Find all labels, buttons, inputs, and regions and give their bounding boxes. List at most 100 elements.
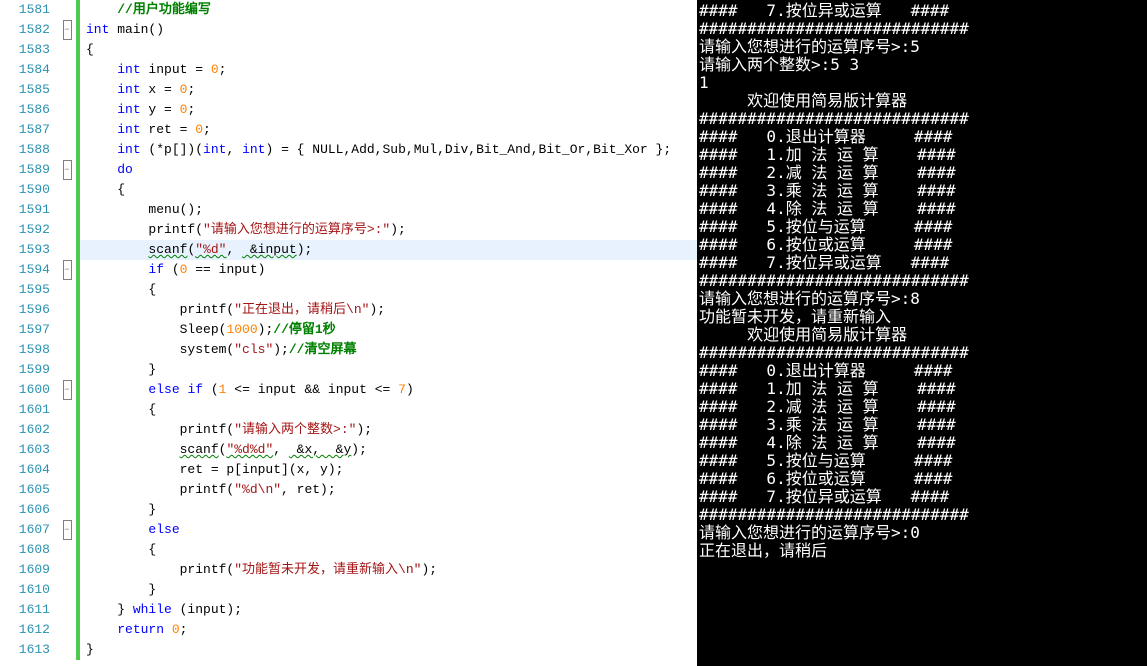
- code-token: system(: [86, 342, 234, 357]
- code-line[interactable]: {: [80, 40, 697, 60]
- fold-toggle-icon[interactable]: −: [63, 160, 72, 180]
- fold-cell: [58, 240, 76, 260]
- code-line[interactable]: {: [80, 400, 697, 420]
- fold-cell: −: [58, 160, 76, 180]
- fold-toggle-icon[interactable]: −: [63, 380, 72, 400]
- fold-cell: [58, 100, 76, 120]
- code-token: (*p[])(: [141, 142, 203, 157]
- code-token: 0: [172, 622, 180, 637]
- fold-toggle-icon[interactable]: −: [63, 260, 72, 280]
- code-token: ;: [203, 122, 211, 137]
- code-token: (input);: [172, 602, 242, 617]
- code-token: else: [148, 522, 179, 537]
- fold-toggle-icon[interactable]: −: [63, 520, 72, 540]
- code-token: ret =: [141, 122, 196, 137]
- code-token: [86, 122, 117, 137]
- code-line[interactable]: menu();: [80, 200, 697, 220]
- code-line[interactable]: }: [80, 360, 697, 380]
- code-line[interactable]: {: [80, 280, 697, 300]
- code-line[interactable]: int main(): [80, 20, 697, 40]
- code-line[interactable]: }: [80, 640, 697, 660]
- fold-cell: −: [58, 380, 76, 400]
- fold-cell: [58, 360, 76, 380]
- code-line[interactable]: ret = p[input](x, y);: [80, 460, 697, 480]
- fold-column[interactable]: − − − − −: [58, 0, 76, 666]
- code-token: [86, 142, 117, 157]
- code-token: }: [86, 502, 156, 517]
- code-token: [86, 2, 117, 17]
- code-line[interactable]: {: [80, 540, 697, 560]
- code-token: y =: [141, 102, 180, 117]
- code-token: printf(: [86, 302, 234, 317]
- console-line: 请输入您想进行的运算序号>:5: [699, 38, 1145, 56]
- code-line[interactable]: scanf("%d", &input);: [80, 240, 697, 260]
- line-number: 1609: [0, 560, 50, 580]
- fold-cell: −: [58, 520, 76, 540]
- code-token: int: [242, 142, 265, 157]
- code-token: [86, 622, 117, 637]
- code-token: ;: [187, 82, 195, 97]
- fold-cell: −: [58, 260, 76, 280]
- code-line[interactable]: printf("功能暂未开发，请重新输入\n");: [80, 560, 697, 580]
- fold-cell: [58, 300, 76, 320]
- code-editor[interactable]: 1581158215831584158515861587158815891590…: [0, 0, 697, 666]
- code-line[interactable]: //用户功能编写: [80, 0, 697, 20]
- console-line: 正在退出，请稍后: [699, 542, 1145, 560]
- fold-toggle-icon[interactable]: −: [63, 20, 72, 40]
- fold-cell: [58, 540, 76, 560]
- code-line[interactable]: printf("请输入两个整数>:");: [80, 420, 697, 440]
- code-line[interactable]: printf("请输入您想进行的运算序号>:");: [80, 220, 697, 240]
- code-line[interactable]: {: [80, 180, 697, 200]
- code-line[interactable]: if (0 == input): [80, 260, 697, 280]
- code-line[interactable]: return 0;: [80, 620, 697, 640]
- fold-cell: [58, 500, 76, 520]
- code-token: ;: [219, 62, 227, 77]
- code-line[interactable]: int input = 0;: [80, 60, 697, 80]
- code-line[interactable]: int x = 0;: [80, 80, 697, 100]
- code-token: int: [117, 82, 140, 97]
- code-line[interactable]: else if (1 <= input && input <= 7): [80, 380, 697, 400]
- fold-cell: [58, 220, 76, 240]
- code-token: ret = p[input](x, y);: [86, 462, 343, 477]
- console-line: 请输入您想进行的运算序号>:0: [699, 524, 1145, 542]
- console-line: #### 7.按位异或运算 ####: [699, 2, 1145, 20]
- code-line[interactable]: scanf("%d%d", &x, &y);: [80, 440, 697, 460]
- console-line: #### 3.乘 法 运 算 ####: [699, 182, 1145, 200]
- fold-cell: [58, 460, 76, 480]
- code-line[interactable]: else: [80, 520, 697, 540]
- code-token: //停留1秒: [273, 322, 335, 337]
- code-line[interactable]: int ret = 0;: [80, 120, 697, 140]
- code-line[interactable]: Sleep(1000);//停留1秒: [80, 320, 697, 340]
- code-area[interactable]: //用户功能编写int main(){ int input = 0; int x…: [80, 0, 697, 666]
- fold-cell: [58, 0, 76, 20]
- code-line[interactable]: }: [80, 580, 697, 600]
- code-line[interactable]: printf("正在退出，请稍后\n");: [80, 300, 697, 320]
- code-token: [164, 622, 172, 637]
- code-token: ): [406, 382, 414, 397]
- code-token: int: [117, 142, 140, 157]
- line-number: 1592: [0, 220, 50, 240]
- code-line[interactable]: printf("%d\n", ret);: [80, 480, 697, 500]
- code-token: }: [86, 362, 156, 377]
- console-line: ############################: [699, 272, 1145, 290]
- line-number: 1591: [0, 200, 50, 220]
- console-line: #### 1.加 法 运 算 ####: [699, 380, 1145, 398]
- console-line: #### 0.退出计算器 ####: [699, 362, 1145, 380]
- line-number: 1603: [0, 440, 50, 460]
- code-line[interactable]: system("cls");//清空屏幕: [80, 340, 697, 360]
- code-token: "%d": [195, 242, 226, 257]
- code-line[interactable]: int (*p[])(int, int) = { NULL,Add,Sub,Mu…: [80, 140, 697, 160]
- code-token: [86, 82, 117, 97]
- fold-cell: [58, 640, 76, 660]
- code-line[interactable]: } while (input);: [80, 600, 697, 620]
- code-token: {: [86, 542, 156, 557]
- line-number: 1594: [0, 260, 50, 280]
- code-token: scanf: [148, 242, 187, 257]
- code-token: }: [86, 602, 133, 617]
- fold-cell: [58, 280, 76, 300]
- line-number: 1605: [0, 480, 50, 500]
- code-line[interactable]: do: [80, 160, 697, 180]
- code-line[interactable]: int y = 0;: [80, 100, 697, 120]
- code-line[interactable]: }: [80, 500, 697, 520]
- code-token: 1000: [226, 322, 257, 337]
